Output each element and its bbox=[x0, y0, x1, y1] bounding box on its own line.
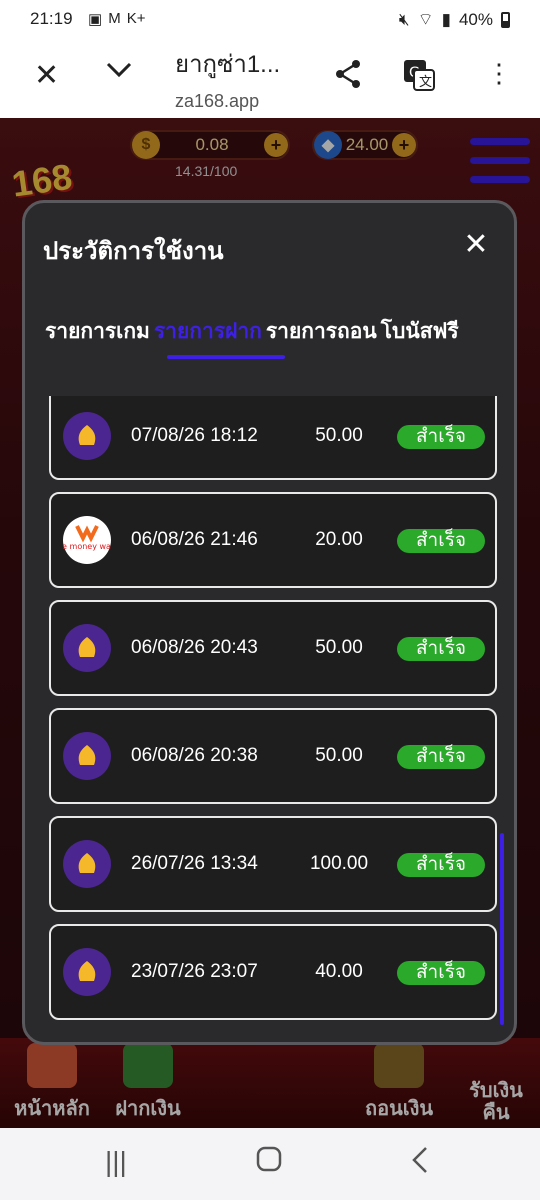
tab-withdrawals[interactable]: รายการถอน bbox=[266, 315, 377, 348]
bank-icon bbox=[63, 412, 111, 460]
transaction-row: true money wallet 06/08/26 21:46 20.00 ส… bbox=[49, 492, 497, 588]
transaction-list[interactable]: 07/08/26 18:12 50.00 สำเร็จ true money w… bbox=[49, 396, 499, 1026]
share-icon[interactable] bbox=[332, 58, 364, 98]
k-plus-icon: K+ bbox=[126, 10, 146, 27]
page-host: za168.app bbox=[175, 91, 260, 111]
bank-icon bbox=[63, 840, 111, 888]
battery-percent: 40% bbox=[458, 9, 493, 29]
transaction-row: 23/07/26 23:07 40.00 สำเร็จ bbox=[49, 924, 497, 1020]
transaction-datetime: 07/08/26 18:12 bbox=[131, 425, 258, 446]
status-badge: สำเร็จ bbox=[397, 425, 485, 449]
transaction-row: 06/08/26 20:38 50.00 สำเร็จ bbox=[49, 708, 497, 804]
tab-games[interactable]: รายการเกม bbox=[45, 315, 150, 348]
status-time: 21:19 bbox=[30, 9, 73, 28]
system-nav-bar: ||| bbox=[0, 1128, 540, 1200]
status-bar: 21:19 ▣ M K+ 🔇︎ ⌔ ▮ 40% bbox=[0, 0, 540, 40]
recent-apps-icon[interactable]: ||| bbox=[105, 1146, 127, 1178]
translate-icon[interactable]: G文 bbox=[402, 58, 436, 100]
signal-icon: ▮ bbox=[441, 9, 451, 29]
transaction-amount: 100.00 bbox=[309, 853, 369, 874]
tab-free-bonus[interactable]: โบนัสฟรี bbox=[381, 315, 459, 348]
bank-icon bbox=[63, 948, 111, 996]
mute-icon: 🔇︎ bbox=[398, 9, 410, 29]
transaction-amount: 50.00 bbox=[315, 745, 363, 766]
history-tabs: รายการเกม รายการฝาก รายการถอน โบนัสฟรี bbox=[45, 315, 459, 348]
gallery-icon: ▣ bbox=[88, 11, 103, 28]
transaction-datetime: 06/08/26 20:38 bbox=[131, 745, 258, 766]
bank-icon bbox=[63, 624, 111, 672]
browser-toolbar: ✕ ยากูซ่า1... za168.app G文 ⋮ bbox=[0, 40, 540, 118]
transaction-datetime: 26/07/26 13:34 bbox=[131, 853, 258, 874]
battery-icon bbox=[501, 11, 510, 28]
transaction-row: 06/08/26 20:43 50.00 สำเร็จ bbox=[49, 600, 497, 696]
status-badge: สำเร็จ bbox=[397, 529, 485, 553]
status-badge: สำเร็จ bbox=[397, 637, 485, 661]
transaction-amount: 50.00 bbox=[315, 425, 363, 446]
status-badge: สำเร็จ bbox=[397, 853, 485, 877]
transaction-datetime: 06/08/26 20:43 bbox=[131, 637, 258, 658]
wifi-icon: ⌔ bbox=[417, 10, 434, 29]
home-icon[interactable] bbox=[256, 1146, 282, 1179]
active-tab-indicator bbox=[167, 355, 285, 359]
bank-icon bbox=[63, 732, 111, 780]
history-modal: ประวัติการใช้งาน ✕ รายการเกม รายการฝาก ร… bbox=[22, 200, 517, 1045]
transaction-row: 26/07/26 13:34 100.00 สำเร็จ bbox=[49, 816, 497, 912]
transaction-datetime: 06/08/26 21:46 bbox=[131, 529, 258, 550]
transaction-amount: 20.00 bbox=[315, 529, 363, 550]
truemoney-icon: true money wallet bbox=[51, 516, 123, 564]
more-options-icon[interactable]: ⋮ bbox=[486, 58, 512, 89]
status-badge: สำเร็จ bbox=[397, 961, 485, 985]
notification-icons: ▣ M K+ bbox=[88, 10, 145, 28]
gmail-icon: M bbox=[108, 10, 121, 27]
list-scrollbar[interactable] bbox=[500, 833, 504, 1025]
page-title: ยากูซ่า1... bbox=[175, 51, 281, 78]
modal-title: ประวัติการใช้งาน bbox=[43, 238, 224, 265]
status-badge: สำเร็จ bbox=[397, 745, 485, 769]
close-icon[interactable]: ✕ bbox=[462, 230, 490, 260]
tab-deposits[interactable]: รายการฝาก bbox=[154, 315, 262, 348]
transaction-amount: 50.00 bbox=[315, 637, 363, 658]
transaction-row: 07/08/26 18:12 50.00 สำเร็จ bbox=[49, 396, 497, 480]
transaction-datetime: 23/07/26 23:07 bbox=[131, 961, 258, 982]
svg-text:true money wallet: true money wallet bbox=[63, 542, 111, 551]
chevron-down-icon[interactable] bbox=[104, 54, 134, 91]
svg-text:文: 文 bbox=[419, 75, 432, 90]
transaction-amount: 40.00 bbox=[315, 961, 363, 982]
close-icon[interactable]: ✕ bbox=[34, 58, 59, 93]
back-icon[interactable] bbox=[410, 1146, 430, 1181]
